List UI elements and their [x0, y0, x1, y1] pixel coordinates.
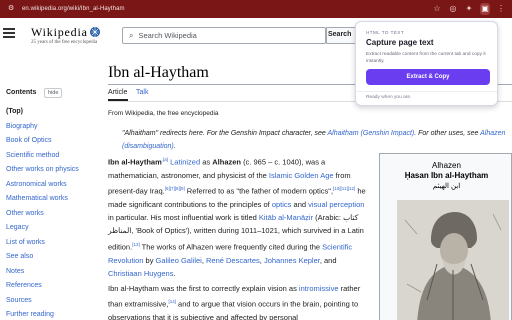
toc-item-other-works-physics[interactable]: Other works on physics [6, 166, 79, 181]
toc-item-see-also[interactable]: See also [6, 253, 79, 268]
text-and: and [291, 199, 309, 209]
tab-article[interactable]: Article [108, 89, 127, 96]
toc-item-biography[interactable]: Biography [6, 123, 79, 138]
link-huygens[interactable]: Christiaan Huygens [108, 269, 173, 278]
link-kitab-al-manazir[interactable]: Kitāb al-Manāẓir [259, 213, 313, 222]
infobox-arabic-name: ابن الهيثم [432, 183, 461, 190]
text-as: as [200, 157, 213, 167]
refs-6-9[interactable]: [6][7][8][9] [165, 186, 185, 191]
subject-name: Ibn al-Haytham [108, 157, 162, 167]
lead-paragraph: Ibn al-Haytham,[a] Latinized as Alhazen … [108, 153, 368, 280]
toc-item-references[interactable]: References [6, 282, 79, 297]
tab-talk[interactable]: Talk [136, 89, 148, 96]
search-input[interactable]: ⌕ Search Wikipedia [122, 27, 326, 44]
browser-toolbar: ⚙ en.wikipedia.org/wiki/Ibn_al-Haytham ☆… [0, 0, 512, 18]
bookmark-star-icon[interactable]: ☆ [432, 3, 442, 15]
extract-copy-button[interactable]: Extract & Copy [366, 69, 490, 85]
link-optics[interactable]: optics [272, 200, 292, 209]
link-kepler[interactable]: Johannes Kepler [264, 256, 320, 265]
extensions-puzzle-icon[interactable]: ✦ [464, 3, 474, 15]
toc-item-further-reading[interactable]: Further reading [6, 311, 79, 320]
hatnote-text-mid: . For other uses, see [414, 130, 481, 137]
hatnote-text-end: . [173, 143, 176, 150]
toolbar-icons: ☆ ◎ ✦ ▣ ⋮ [432, 3, 506, 15]
search-placeholder: Search Wikipedia [138, 31, 197, 40]
ref-13[interactable]: [13] [132, 242, 140, 247]
alt-name-alhazen: Alhazen [212, 157, 242, 167]
text-and-2: , and [319, 255, 337, 265]
extension-popup: HTML TO TEXT Capture page text Extract r… [355, 21, 498, 106]
text-end: . [173, 268, 176, 278]
popup-status: Ready when you are. [366, 95, 412, 100]
hatnote-text: "Alhaitham" redirects here. For the Gens… [122, 130, 328, 137]
toc-list: (Top) Biography Book of Optics Scientifi… [6, 108, 79, 320]
toc-item-top[interactable]: (Top) [6, 108, 79, 123]
link-latinized[interactable]: Latinized [170, 158, 200, 167]
toc-item-sources[interactable]: Sources [6, 297, 79, 312]
link-alhaitham-genshin[interactable]: Alhaitham (Genshin Impact) [327, 130, 414, 137]
link-visual-perception[interactable]: visual perception [308, 200, 364, 209]
ref-a[interactable]: ,[a] [162, 157, 168, 162]
link-descartes[interactable]: René Descartes [206, 256, 260, 265]
popup-title: Capture page text [366, 38, 434, 47]
link-galileo[interactable]: Galileo Galilei [156, 256, 202, 265]
infobox-name: Alhazen [432, 161, 461, 170]
popup-description: Extract readable content from the curren… [366, 52, 486, 64]
profile-icon[interactable]: ⋮ [496, 3, 506, 15]
link-intromissive[interactable]: intromissive [299, 284, 339, 293]
toc-item-other-works[interactable]: Other works [6, 210, 79, 225]
refs-10-12[interactable]: [10][11][12] [333, 186, 355, 191]
wikipedia-tagline: 25 years of the free encyclopedia [31, 40, 98, 45]
toc-item-legacy[interactable]: Legacy [6, 224, 79, 239]
text-work: in particular. His most influential work… [108, 213, 259, 223]
search-button[interactable]: Search [326, 27, 356, 44]
toc-item-list-of-works[interactable]: List of works [6, 239, 79, 254]
infobox-full-name: Ḥasan Ibn al-Haytham [404, 171, 489, 180]
toc-item-notes[interactable]: Notes [6, 268, 79, 283]
toc-item-book-of-optics[interactable]: Book of Optics [6, 137, 79, 152]
address-bar[interactable]: en.wikipedia.org/wiki/Ibn_al-Haytham [22, 6, 125, 12]
toc-heading: Contents [6, 89, 37, 96]
text-by: by [143, 255, 156, 265]
text-referred: Referred to as "the father of modern opt… [184, 186, 334, 196]
hide-eye-icon[interactable]: ◎ [448, 3, 458, 15]
extension-active-icon[interactable]: ▣ [480, 3, 490, 15]
popup-divider [356, 91, 497, 92]
ref-14[interactable]: [14] [168, 299, 176, 304]
toc-item-scientific-method[interactable]: Scientific method [6, 152, 79, 167]
search-icon: ⌕ [129, 30, 134, 40]
toc-item-mathematical-works[interactable]: Mathematical works [6, 195, 79, 210]
portrait-image[interactable] [397, 200, 509, 320]
main-menu-icon[interactable] [3, 28, 15, 40]
popup-kicker: HTML TO TEXT [366, 30, 405, 35]
wikipedia-logo-text[interactable]: Wikipedia [31, 25, 88, 40]
second-paragraph: Ibn al-Haytham was the first to correctl… [108, 282, 368, 320]
from-wikipedia-note: From Wikipedia, the free encyclopedia [108, 110, 219, 117]
toc-hide-button[interactable]: hide [44, 88, 63, 98]
text-works: The works of Alhazen were frequently cit… [139, 242, 323, 252]
wikipedia-globe-icon[interactable] [88, 25, 102, 39]
link-islamic-golden-age[interactable]: Islamic Golden Age [269, 171, 334, 180]
text-p2-pre: Ibn al-Haytham was the first to correctl… [108, 284, 299, 293]
toc-item-astronomical-works[interactable]: Astronomical works [6, 181, 79, 196]
hatnote: "Alhaitham" redirects here. For the Gens… [122, 127, 512, 153]
infobox: Alhazen Ḥasan Ibn al-Haytham ابن الهيثم [379, 153, 512, 320]
site-info-icon[interactable]: ⚙ [8, 5, 16, 13]
page-title: Ibn al-Haytham [108, 64, 209, 81]
